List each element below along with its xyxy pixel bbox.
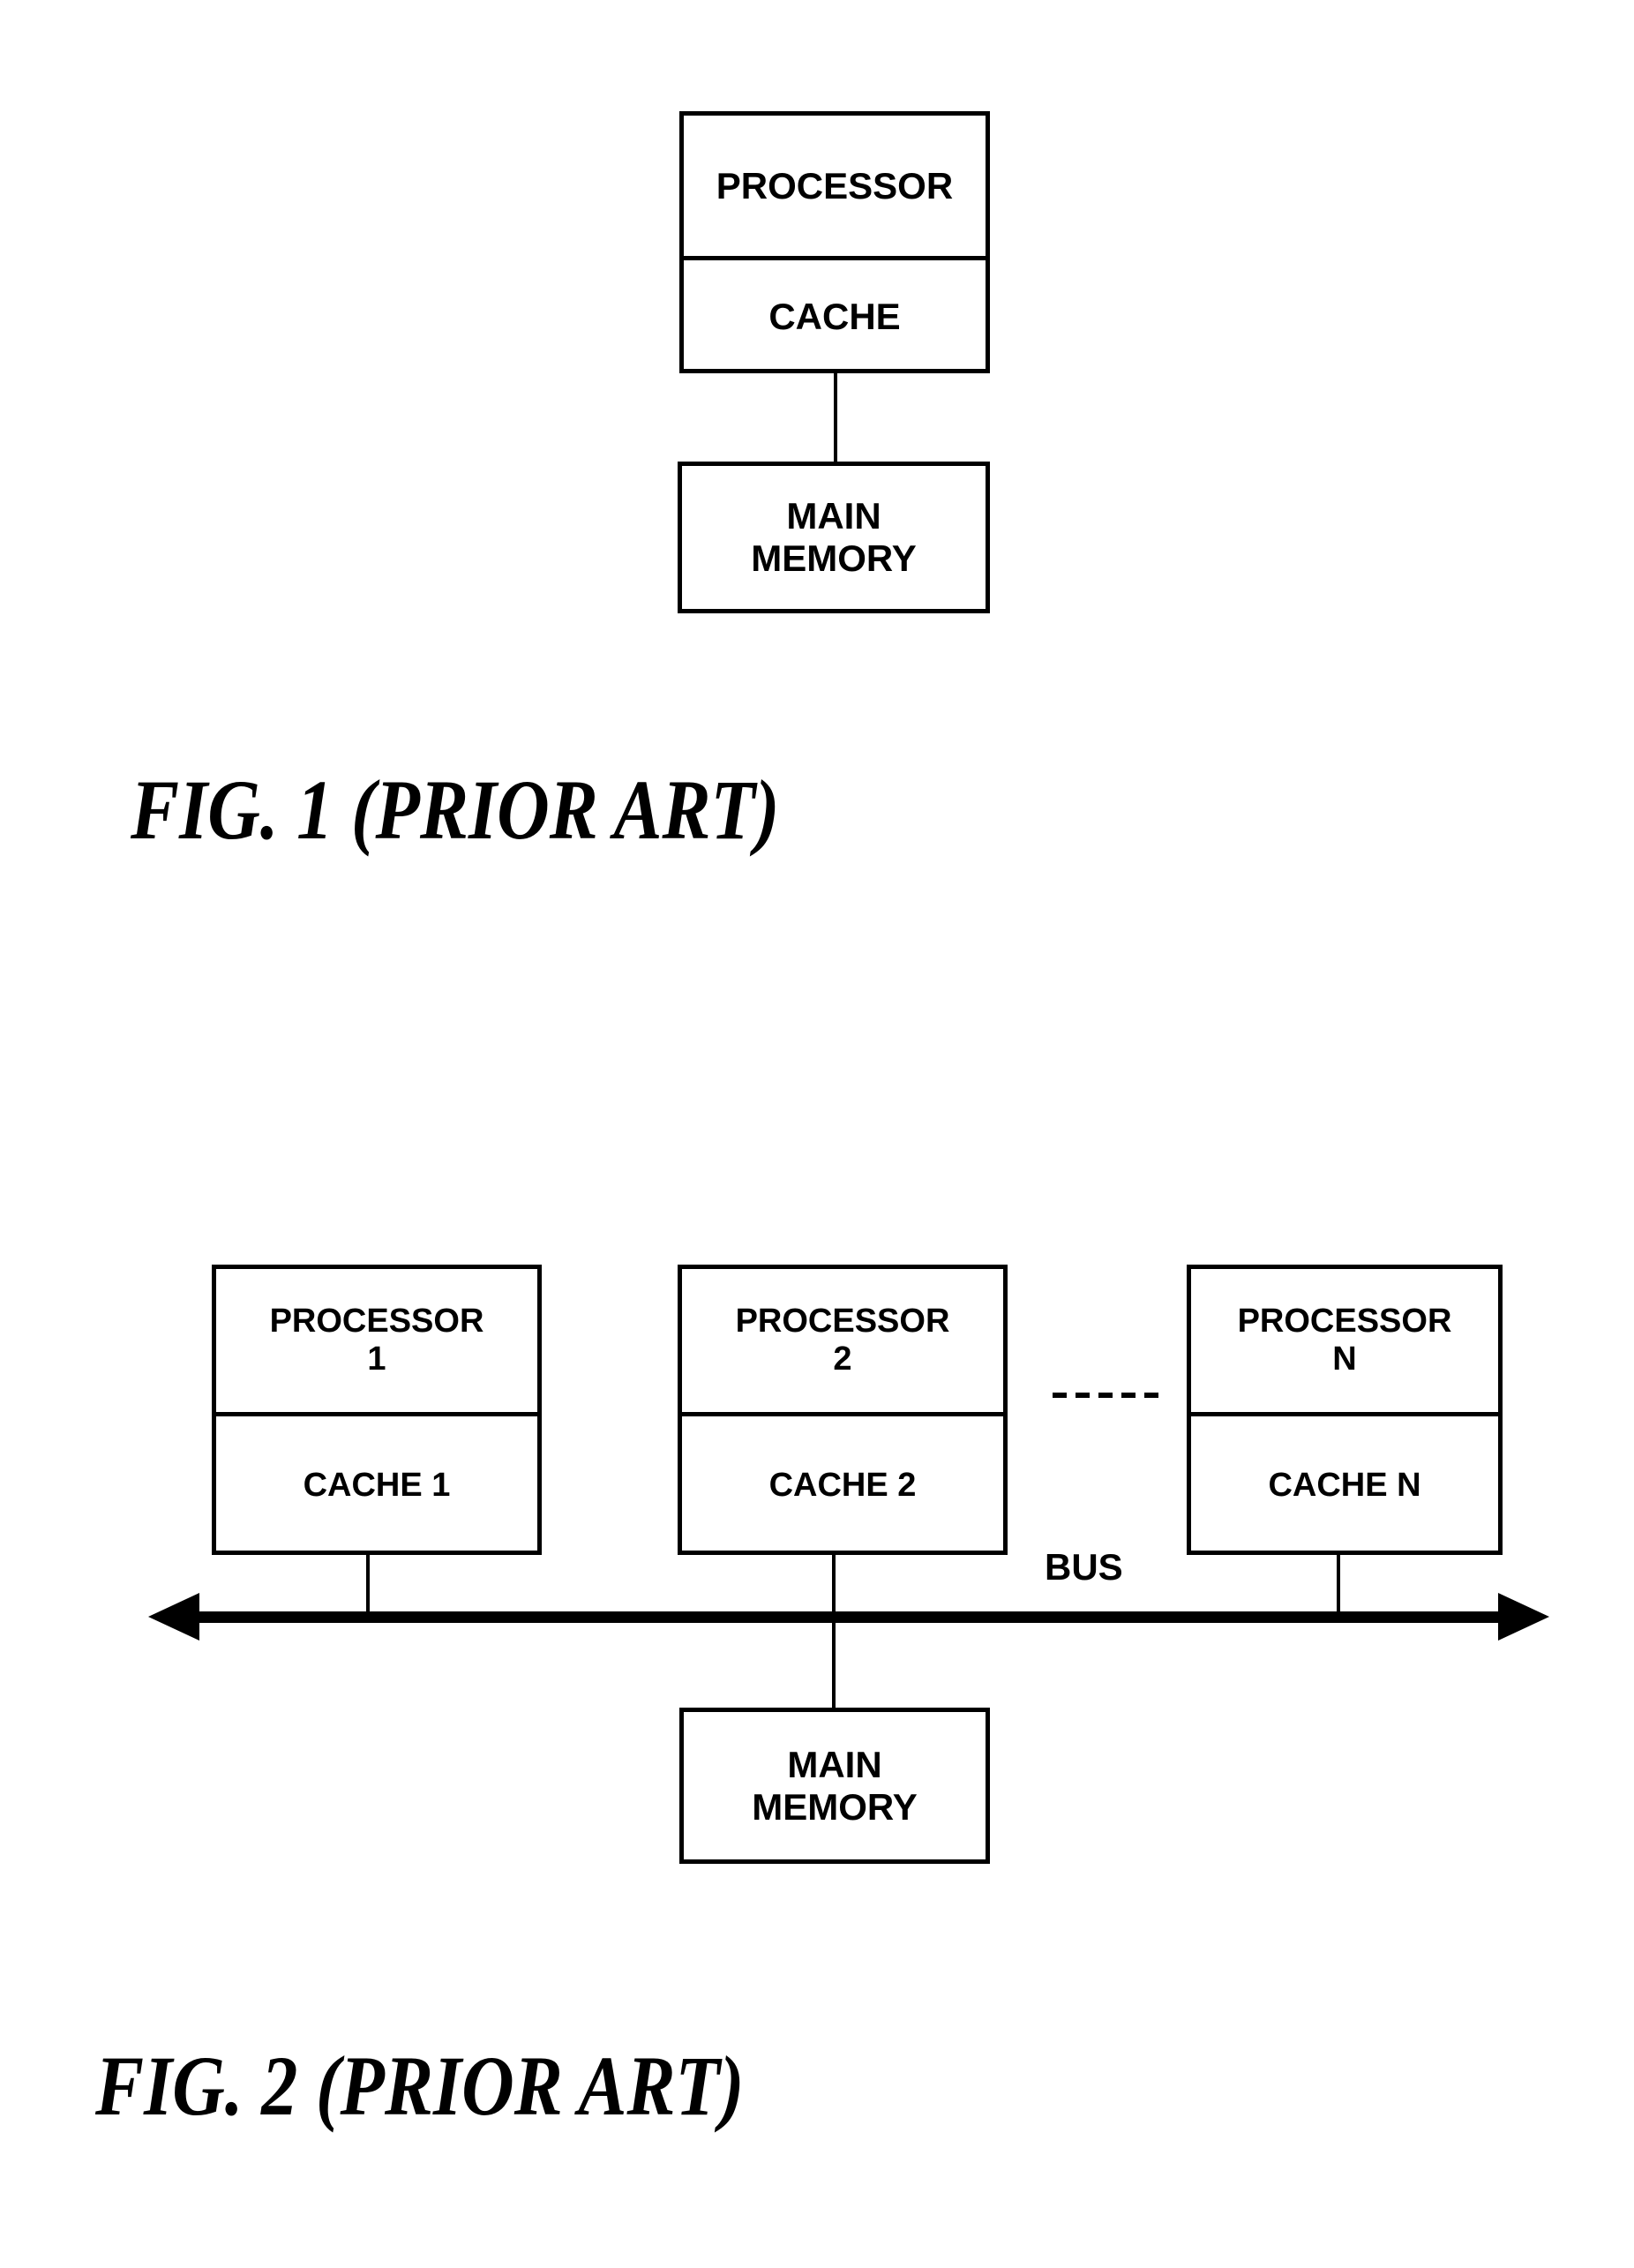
fig2-processor-cache-unit-1: PROCESSOR 1 CACHE 1 (212, 1265, 542, 1555)
fig2-main-memory-label-line1: MAIN (787, 1743, 882, 1785)
fig2-processor-cache-unit-n: PROCESSOR N CACHE N (1187, 1265, 1503, 1555)
fig2-cache-2-to-bus-connector (832, 1551, 836, 1620)
fig2-cache-n-to-bus-connector (1337, 1551, 1340, 1620)
fig1-main-memory-label-line1: MAIN (786, 495, 881, 537)
fig1-main-memory-box: MAIN MEMORY (678, 462, 990, 613)
fig2-cache-2-box: CACHE 2 (682, 1416, 1003, 1555)
bus-shaft (196, 1611, 1500, 1623)
fig2-processor-1-label-line2: 1 (367, 1341, 386, 1378)
fig2-cache-1-box: CACHE 1 (216, 1416, 537, 1555)
ellipsis-dash (1076, 1393, 1090, 1398)
fig2-processor-n-label-line2: N (1332, 1341, 1357, 1378)
fig2-processor-cache-unit-2: PROCESSOR 2 CACHE 2 (678, 1265, 1008, 1555)
fig2-processor-1-box: PROCESSOR 1 (216, 1269, 537, 1416)
fig2-caption: FIG. 2 (PRIOR ART) (95, 2039, 745, 2133)
fig2-bus-to-main-memory-connector (832, 1622, 836, 1710)
fig2-processor-n-box: PROCESSOR N (1191, 1269, 1498, 1416)
fig1-processor-cache-unit: PROCESSOR CACHE (679, 111, 990, 373)
fig2-cache-1-to-bus-connector (366, 1551, 370, 1620)
fig2-processor-1-label-line1: PROCESSOR (269, 1303, 484, 1341)
fig1-cache-box: CACHE (684, 260, 986, 373)
fig2-cache-n-label: CACHE N (1268, 1467, 1421, 1505)
fig1-cache-label: CACHE (768, 296, 901, 338)
fig2-processor-2-label-line1: PROCESSOR (735, 1303, 950, 1341)
fig2-ellipsis-dashes (1053, 1393, 1158, 1398)
fig2-processor-2-box: PROCESSOR 2 (682, 1269, 1003, 1416)
fig2-processor-n-label-line1: PROCESSOR (1237, 1303, 1452, 1341)
fig2-cache-n-box: CACHE N (1191, 1416, 1498, 1555)
ellipsis-dash (1053, 1393, 1067, 1398)
bus-arrowhead-left (148, 1593, 199, 1641)
fig1-processor-box: PROCESSOR (684, 116, 986, 260)
fig2-bus-label: BUS (1045, 1546, 1123, 1588)
fig2-cache-2-label: CACHE 2 (768, 1467, 917, 1505)
fig2-cache-1-label: CACHE 1 (303, 1467, 451, 1505)
fig1-processor-label: PROCESSOR (716, 164, 954, 207)
fig1-caption: FIG. 1 (PRIOR ART) (131, 762, 780, 857)
patent-drawing-sheet: PROCESSOR CACHE MAIN MEMORY FIG. 1 (PRIO… (0, 0, 1634, 2268)
ellipsis-dash (1144, 1393, 1158, 1398)
ellipsis-dash (1098, 1393, 1113, 1398)
ellipsis-dash (1121, 1393, 1136, 1398)
fig2-processor-2-label-line2: 2 (833, 1341, 852, 1378)
fig2-main-memory-label-line2: MEMORY (752, 1785, 918, 1828)
fig1-cache-to-memory-connector (834, 372, 837, 463)
fig1-main-memory-label-line2: MEMORY (751, 537, 917, 579)
bus-arrowhead-right (1498, 1593, 1549, 1641)
fig2-main-memory-box: MAIN MEMORY (679, 1708, 990, 1864)
